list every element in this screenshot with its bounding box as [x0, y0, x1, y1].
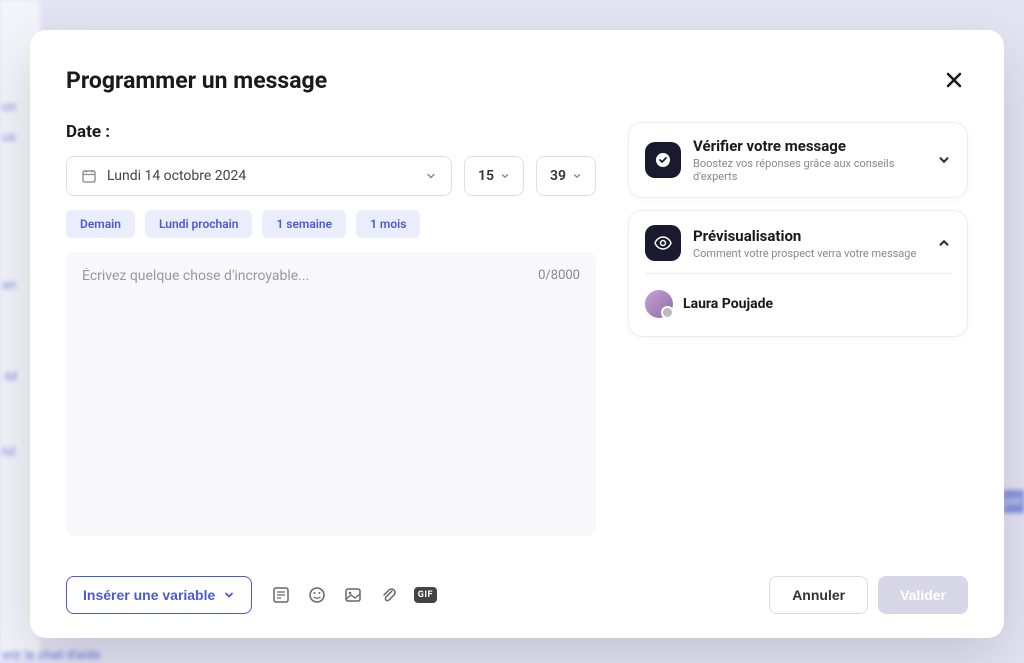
insert-variable-button[interactable]: Insérer une variable [66, 576, 252, 614]
date-value: Lundi 14 octobre 2024 [107, 168, 246, 184]
message-check-icon [654, 151, 672, 169]
insert-variable-label: Insérer une variable [83, 587, 215, 603]
modal-footer: Insérer une variable GIF [66, 556, 968, 614]
eye-icon [653, 233, 673, 253]
left-column: Date : Lundi 14 octobre 2024 15 39 Demai… [66, 122, 596, 536]
hour-select[interactable]: 15 [464, 156, 524, 196]
note-icon[interactable] [270, 584, 292, 606]
chevron-up-icon [937, 236, 951, 250]
message-editor[interactable] [82, 268, 580, 520]
date-label: Date : [66, 122, 596, 142]
avatar [645, 290, 673, 318]
minute-select[interactable]: 39 [536, 156, 596, 196]
calendar-icon [81, 168, 97, 184]
preview-panel: Prévisualisation Comment votre prospect … [628, 210, 968, 337]
quick-date-chips: Demain Lundi prochain 1 semaine 1 mois [66, 210, 596, 238]
date-row: Lundi 14 octobre 2024 15 39 [66, 156, 596, 196]
chip-tomorrow[interactable]: Demain [66, 210, 135, 238]
image-icon[interactable] [342, 584, 364, 606]
chevron-down-icon [937, 153, 951, 167]
preview-person: Laura Poujade [645, 286, 951, 322]
verify-panel-header[interactable]: Vérifier votre message Boostez vos répon… [645, 137, 951, 183]
modal-header: Programmer un message [66, 66, 968, 94]
chevron-down-icon [425, 170, 437, 182]
verify-icon-badge [645, 142, 681, 178]
close-button[interactable] [940, 66, 968, 94]
close-icon [944, 70, 964, 90]
preview-subtitle: Comment votre prospect verra votre messa… [693, 247, 925, 260]
person-name: Laura Poujade [683, 296, 773, 312]
chevron-down-icon [223, 589, 235, 601]
chip-next-monday[interactable]: Lundi prochain [145, 210, 253, 238]
modal-title: Programmer un message [66, 67, 327, 94]
divider [645, 273, 951, 274]
verify-subtitle: Boostez vos réponses grâce aux conseils … [693, 157, 925, 183]
submit-button[interactable]: Valider [878, 576, 968, 614]
verify-panel: Vérifier votre message Boostez vos répon… [628, 122, 968, 198]
gif-button[interactable]: GIF [414, 584, 436, 606]
cancel-button[interactable]: Annuler [769, 576, 868, 614]
preview-title: Prévisualisation [693, 227, 925, 245]
chip-one-week[interactable]: 1 semaine [262, 210, 346, 238]
emoji-icon[interactable] [306, 584, 328, 606]
preview-panel-header[interactable]: Prévisualisation Comment votre prospect … [645, 225, 951, 261]
attachment-icon[interactable] [378, 584, 400, 606]
schedule-message-modal: Programmer un message Date : Lundi 14 oc… [30, 30, 1004, 638]
right-column: Vérifier votre message Boostez vos répon… [628, 122, 968, 536]
minute-value: 39 [550, 168, 566, 184]
date-picker[interactable]: Lundi 14 octobre 2024 [66, 156, 452, 196]
char-count: 0/8000 [538, 268, 580, 283]
gif-label: GIF [414, 587, 437, 603]
chevron-down-icon [572, 171, 582, 181]
editor-container: 0/8000 [66, 252, 596, 536]
preview-icon-badge [645, 225, 681, 261]
chevron-down-icon [500, 171, 510, 181]
chip-one-month[interactable]: 1 mois [356, 210, 420, 238]
editor-toolbar: GIF [270, 584, 436, 606]
hour-value: 15 [478, 168, 494, 184]
verify-title: Vérifier votre message [693, 137, 925, 155]
